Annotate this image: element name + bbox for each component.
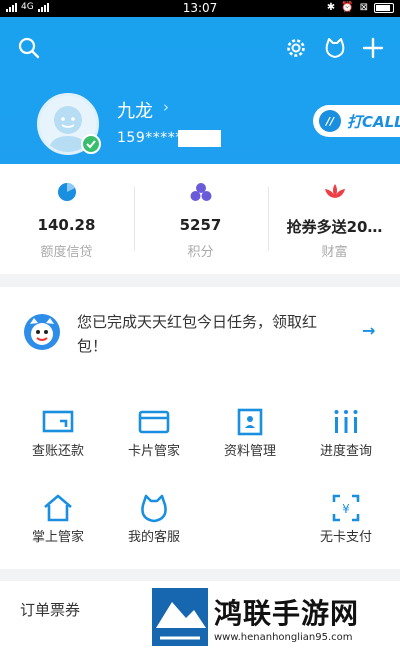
call-badge-icon: //: [319, 110, 341, 132]
home-icon: [44, 494, 72, 522]
call-button-label: 打CALL: [347, 112, 400, 131]
phone-mask: [178, 130, 221, 147]
pie-chart-icon: [57, 183, 76, 201]
grid-label: 进度查询: [319, 444, 372, 459]
grid-label: 资料管理: [223, 444, 276, 459]
add-icon[interactable]: [362, 37, 384, 59]
bluetooth-icon: ✱: [326, 2, 336, 13]
chevron-right-icon[interactable]: ›: [163, 98, 169, 116]
watermark-title: 鸿联手游网: [214, 597, 360, 630]
status-bar: 4G 13:07 ✱ ⏰ ⊠: [0, 0, 400, 17]
card-icon: [138, 410, 170, 434]
stat-wealth[interactable]: 抢券多送20… 财富: [268, 164, 400, 274]
grid-item-service[interactable]: 我的客服: [104, 468, 204, 548]
settings-gear-icon[interactable]: [285, 37, 307, 59]
grid-item-home[interactable]: 掌上管家: [8, 468, 108, 548]
stat-label: 财富: [321, 245, 348, 260]
grid-item-progress[interactable]: 进度查询: [296, 382, 396, 462]
stat-credit[interactable]: 140.28 额度信贷: [0, 164, 133, 274]
section-title: 订单票券: [20, 601, 81, 619]
arrow-right-icon[interactable]: →: [362, 321, 375, 340]
verified-badge-icon: [81, 134, 101, 154]
status-icons: ✱ ⏰ ⊠: [327, 2, 394, 13]
grid-item-bill[interactable]: 查账还款: [8, 382, 108, 462]
mascot-icon: [24, 314, 60, 350]
grid-label: 掌上管家: [31, 530, 84, 545]
profile-header: 九龙 › 159***** // 打CALL: [0, 17, 400, 164]
profile-icon: [237, 408, 263, 436]
bill-icon: [42, 410, 74, 433]
battery-icon: [374, 2, 394, 13]
stat-value: 5257: [179, 216, 222, 234]
notice-text: 您已完成天天红包今日任务，领取红包！: [77, 313, 318, 355]
app-screen: 4G 13:07 ✱ ⏰ ⊠ 九龙 › 159***** // 打CALL 14…: [0, 0, 400, 651]
points-dots-icon: [190, 183, 211, 201]
watermark-url: www.henanhonglian95.com: [214, 632, 353, 643]
task-notice-card[interactable]: 您已完成天天红包今日任务，领取红包！ →: [0, 287, 400, 377]
grid-item-scan-pay[interactable]: ¥ 无卡支付: [296, 468, 396, 548]
scan-pay-icon: ¥: [332, 494, 360, 522]
search-icon[interactable]: [18, 37, 40, 59]
service-mascot-icon[interactable]: [323, 36, 347, 60]
username[interactable]: 九龙: [117, 97, 153, 123]
stat-points[interactable]: 5257 积分: [134, 164, 267, 274]
stats-row: 140.28 额度信贷 5257 积分 抢券多送20… 财富: [0, 164, 400, 274]
grid-label: 我的客服: [127, 530, 180, 545]
call-button[interactable]: // 打CALL: [313, 105, 400, 137]
svg-text:¥: ¥: [342, 502, 350, 516]
grid-label: 卡片管家: [127, 444, 180, 459]
progress-icon: [334, 410, 358, 433]
stat-label: 额度信贷: [40, 245, 93, 260]
lotus-icon: [324, 184, 345, 198]
wifi-off-icon: ⊠: [359, 2, 368, 13]
grid-label: 查账还款: [31, 444, 84, 459]
phone-number: 159*****: [117, 130, 183, 146]
stat-value: 140.28: [37, 216, 96, 234]
service-icon: [141, 494, 167, 523]
site-watermark: 鸿联手游网 www.henanhonglian95.com: [152, 588, 398, 646]
alarm-icon: ⏰: [341, 2, 354, 13]
grid-item-profile[interactable]: 资料管理: [200, 382, 300, 462]
watermark-logo-icon: [152, 588, 208, 646]
grid-item-card[interactable]: 卡片管家: [104, 382, 204, 462]
service-grid: 查账还款 卡片管家 资料管理 进度查询 掌上管家 我的客服 ¥ 无卡支付: [0, 377, 400, 569]
grid-label: 无卡支付: [319, 530, 372, 545]
stat-label: 积分: [187, 245, 214, 260]
stat-value: 抢券多送20…: [286, 218, 383, 236]
